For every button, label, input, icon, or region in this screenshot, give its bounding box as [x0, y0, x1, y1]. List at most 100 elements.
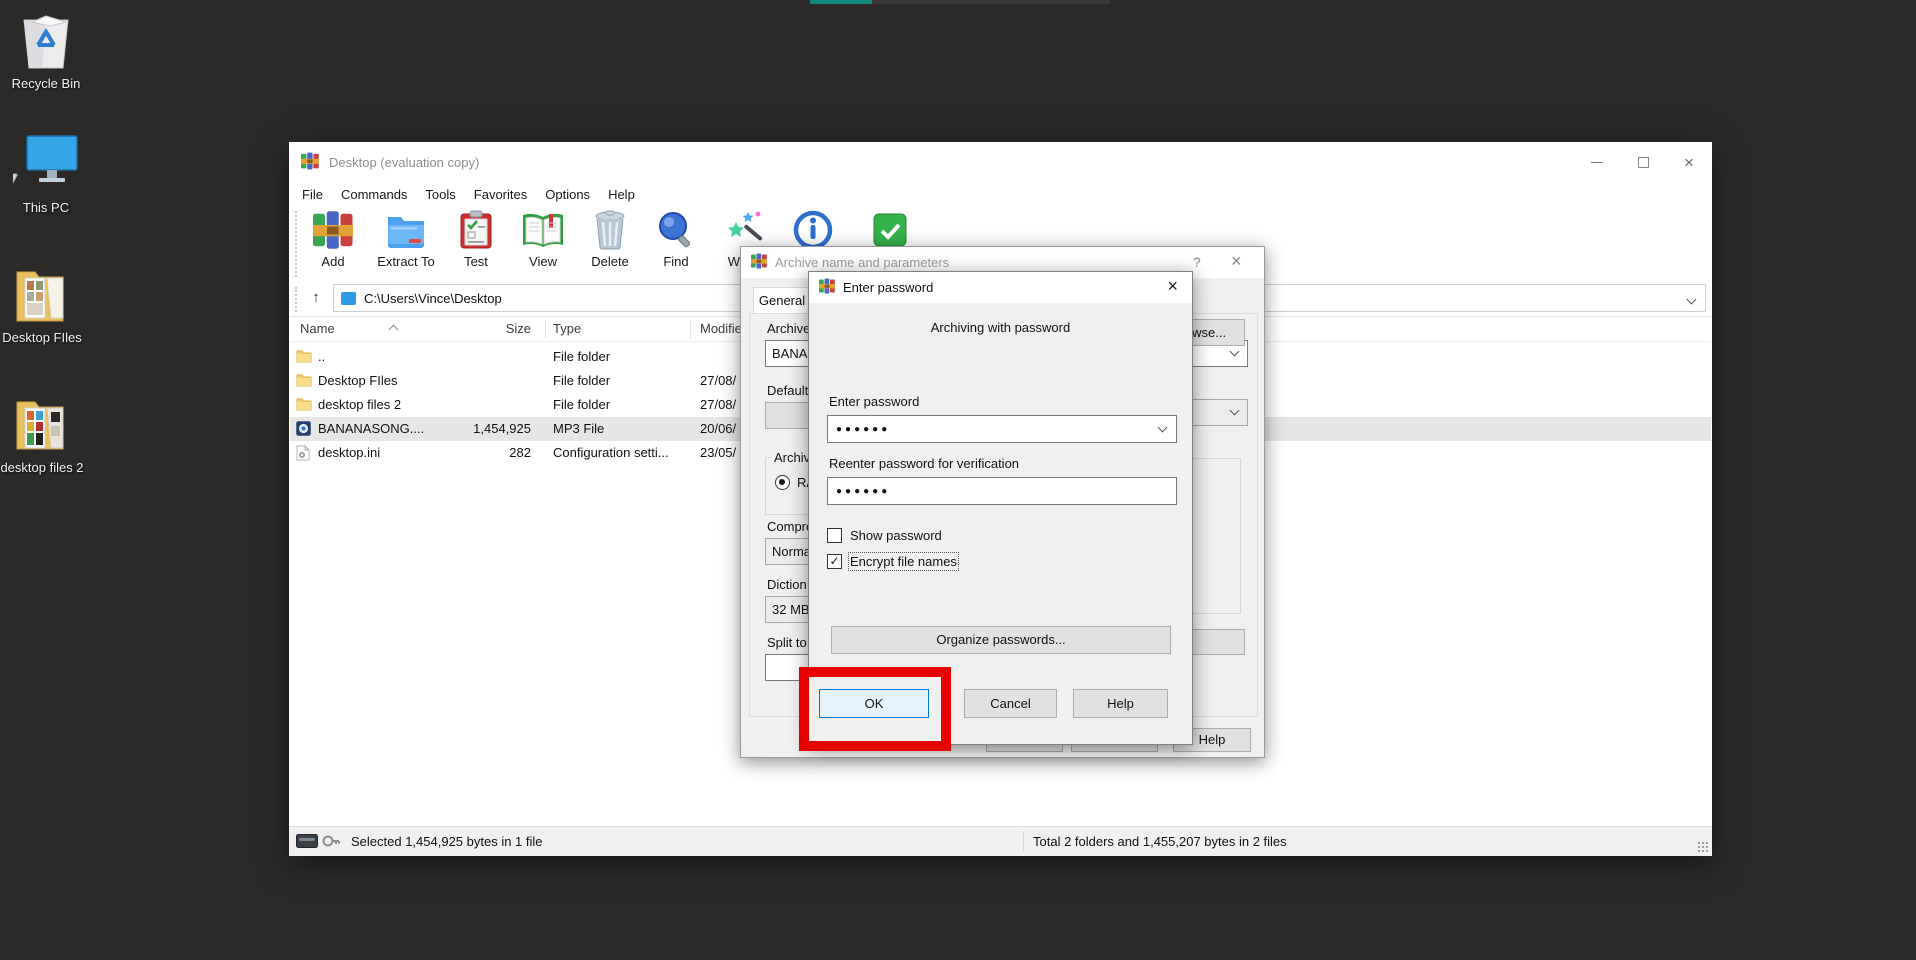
- file-type: File folder: [553, 397, 611, 412]
- toolbar-find-button[interactable]: Find: [648, 209, 704, 269]
- desktop-icon-recycle-bin[interactable]: Recycle Bin: [0, 8, 94, 92]
- folder-pictures-icon: [0, 392, 90, 454]
- column-header-name[interactable]: Name: [300, 317, 335, 341]
- up-arrow-icon: ↑: [312, 289, 320, 306]
- extract-folder-icon: [363, 209, 449, 251]
- recycle-bin-icon: [0, 8, 94, 70]
- toolbar-extract-button[interactable]: Extract To: [363, 209, 449, 269]
- desktop-icon-label: Desktop FIles: [2, 330, 82, 345]
- menu-help[interactable]: Help: [599, 182, 644, 207]
- winrar-titlebar: Desktop (evaluation copy) ×: [289, 142, 1712, 182]
- minimize-button[interactable]: [1574, 142, 1620, 182]
- desktop-icon-label: desktop files 2: [0, 460, 84, 475]
- toolbar-label: Test: [464, 254, 488, 269]
- file-size: [400, 345, 531, 369]
- encrypt-file-names-label: Encrypt file names: [848, 552, 959, 571]
- rar-radio[interactable]: [775, 475, 790, 490]
- archive-name-label: Archive: [767, 321, 811, 336]
- dictionary-size-value: 32 MB: [772, 602, 810, 617]
- test-clipboard-icon: [448, 209, 504, 251]
- file-size: [400, 393, 531, 417]
- menu-commands[interactable]: Commands: [332, 182, 416, 207]
- file-name: ..: [318, 349, 326, 364]
- addressbar-grip: [295, 287, 297, 312]
- resize-grip[interactable]: [1697, 841, 1709, 853]
- file-size: 282: [509, 445, 531, 460]
- menu-tools[interactable]: Tools: [416, 182, 464, 207]
- statusbar: Selected 1,454,925 bytes in 1 file Total…: [289, 826, 1712, 856]
- desktop-icon-desktop-files-2[interactable]: desktop files 2: [0, 392, 90, 476]
- mp3-file-icon: [296, 421, 311, 439]
- file-size: 1,454,925: [473, 421, 531, 436]
- toolbar-label: Extract To: [377, 254, 435, 269]
- menu-favorites[interactable]: Favorites: [465, 182, 536, 207]
- up-one-level-button[interactable]: ↑: [301, 285, 331, 311]
- folder-pictures-icon: [0, 262, 90, 324]
- desktop-icon-desktop-files[interactable]: Desktop FIles: [0, 262, 90, 346]
- file-name: desktop.ini: [318, 445, 381, 460]
- add-archive-icon: [303, 209, 363, 251]
- toolbar-label: Add: [321, 254, 345, 269]
- dialog-close-button[interactable]: ×: [1231, 251, 1242, 272]
- virusscan-icon: [858, 209, 922, 251]
- compression-method-value: Norma: [772, 544, 812, 559]
- file-modified: 23/05/: [700, 445, 737, 460]
- maximize-button[interactable]: [1620, 142, 1666, 182]
- status-total-text: Total 2 folders and 1,455,207 bytes in 2…: [1033, 834, 1287, 849]
- sort-ascending-icon: [388, 324, 399, 335]
- folder-icon: [296, 349, 312, 366]
- column-divider[interactable]: [545, 320, 546, 338]
- password-ok-button[interactable]: OK: [819, 689, 929, 718]
- reenter-password-input[interactable]: ●●●●●●: [827, 477, 1177, 505]
- desktop-icon-this-pc[interactable]: This PC: [0, 132, 94, 216]
- column-divider[interactable]: [690, 320, 691, 338]
- password-help-button[interactable]: Help: [1073, 689, 1168, 718]
- winrar-dialog-icon: [751, 253, 767, 272]
- dictionary-size-label: Diction: [767, 577, 807, 592]
- show-password-label: Show password: [850, 528, 942, 543]
- file-modified: 20/06/: [700, 421, 737, 436]
- toolbar-delete-button[interactable]: Delete: [579, 209, 641, 269]
- menu-options[interactable]: Options: [536, 182, 599, 207]
- toolbar-view-button[interactable]: View: [511, 209, 575, 269]
- encrypt-file-names-checkbox[interactable]: ✓: [827, 554, 842, 569]
- password-cancel-button[interactable]: Cancel: [964, 689, 1057, 718]
- file-type: Configuration setti...: [553, 445, 669, 460]
- file-type: MP3 File: [553, 421, 605, 436]
- column-header-size[interactable]: Size: [400, 317, 531, 341]
- reenter-password-value: ●●●●●●: [836, 486, 891, 497]
- toolbar-add-button[interactable]: Add: [303, 209, 363, 269]
- organize-passwords-button[interactable]: Organize passwords...: [831, 626, 1171, 654]
- menu-file[interactable]: File: [293, 182, 332, 207]
- key-icon[interactable]: [322, 833, 340, 852]
- file-name: desktop files 2: [318, 397, 402, 412]
- file-modified: 27/08/: [700, 373, 737, 388]
- password-combobox[interactable]: ●●●●●●: [827, 415, 1177, 443]
- dialog-close-button[interactable]: ×: [1167, 276, 1178, 297]
- split-volumes-label: Split to: [767, 635, 807, 650]
- file-size: [400, 369, 531, 393]
- file-modified: 27/08/: [700, 397, 737, 412]
- dialog-help-button[interactable]: ?: [1193, 254, 1201, 270]
- top-teal-strip: [810, 0, 872, 4]
- file-type: File folder: [553, 373, 611, 388]
- close-button[interactable]: ×: [1666, 142, 1712, 182]
- winrar-dialog-icon: [819, 278, 835, 297]
- minimize-icon: [1591, 161, 1603, 163]
- archive-dialog-title: Archive name and parameters: [775, 255, 950, 270]
- show-password-checkbox[interactable]: [827, 528, 842, 543]
- address-dropdown-icon[interactable]: [1686, 291, 1697, 306]
- password-dialog: Enter password × Archiving with password…: [799, 271, 1193, 751]
- toolbar-test-button[interactable]: Test: [448, 209, 504, 269]
- winrar-app-icon: [301, 152, 319, 173]
- column-header-type[interactable]: Type: [553, 317, 581, 341]
- profiles-label: Default: [767, 383, 809, 398]
- password-dialog-titlebar: Enter password ×: [809, 272, 1192, 303]
- toolbar-label: Delete: [591, 254, 629, 269]
- view-book-icon: [511, 209, 575, 251]
- enter-password-label: Enter password: [829, 394, 920, 409]
- archive-format-label: Archiv: [771, 450, 814, 465]
- desktop-icon-label: Recycle Bin: [11, 76, 81, 91]
- maximize-icon: [1637, 156, 1649, 168]
- tab-general[interactable]: General: [753, 287, 811, 314]
